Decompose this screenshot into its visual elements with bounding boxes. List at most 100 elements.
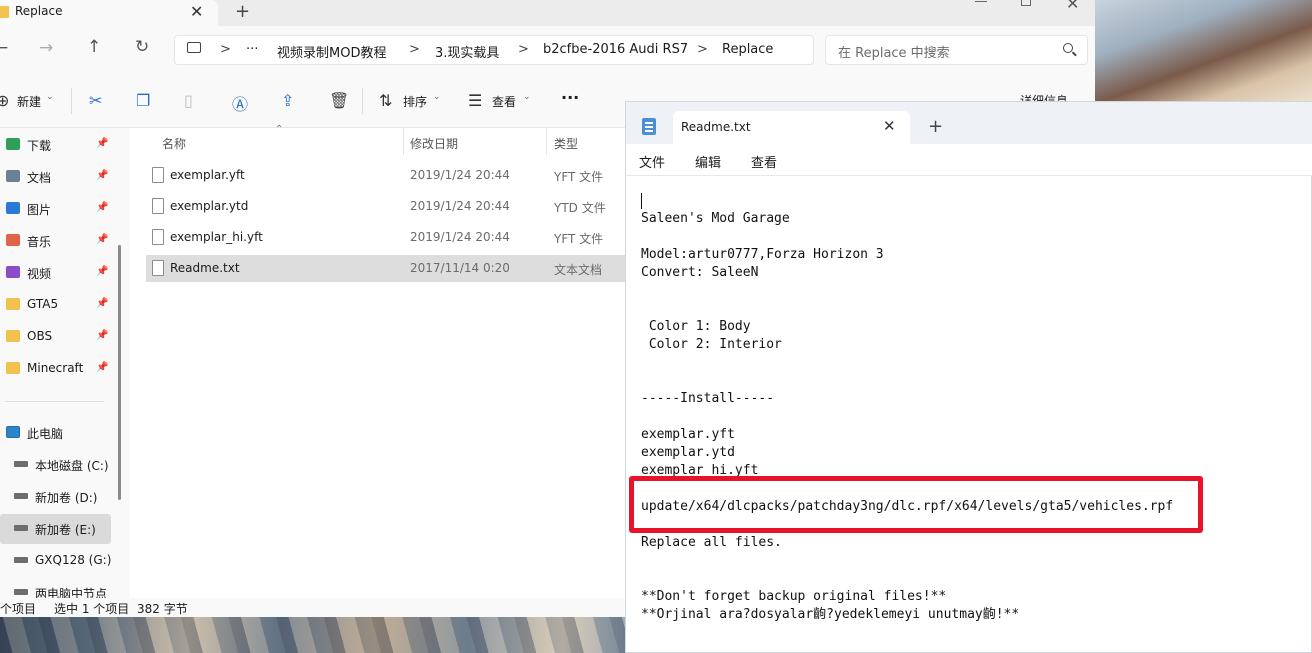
file-name: exemplar_hi.yft [170, 230, 263, 244]
rename-icon[interactable]: Ⓐ [232, 91, 248, 115]
desktop-wallpaper [1095, 0, 1312, 110]
close-tab-icon[interactable]: ✕ [190, 2, 203, 21]
new-button[interactable]: 新建 [17, 93, 41, 110]
cut-icon[interactable]: ✂ [89, 91, 102, 110]
sidebar-item-label: GTA5 [27, 297, 59, 311]
sidebar-item-quick-access[interactable]: OBS 📌 [0, 322, 112, 350]
breadcrumb-separator: > [409, 42, 420, 57]
sidebar-item-label: 新加卷 (D:) [35, 491, 98, 505]
sidebar-item-drive[interactable]: 新加卷 (E:) [8, 514, 120, 542]
breadcrumb-item[interactable]: b2cfbe-2016 Audi RS7 [543, 42, 688, 57]
column-divider[interactable] [403, 128, 404, 155]
new-tab-button[interactable]: + [928, 116, 943, 137]
back-arrow-icon[interactable]: ← [0, 38, 8, 58]
sidebar-item-label: GXQ128 (G:) [35, 553, 112, 567]
pin-icon[interactable]: 📌 [96, 266, 108, 277]
notepad-menubar [626, 144, 1312, 176]
search-placeholder: 在 Replace 中搜索 [838, 46, 950, 61]
column-header-date[interactable]: 修改日期 [410, 135, 458, 152]
text-line: exemplar.yft [641, 427, 735, 442]
file-type: YFT 文件 [554, 232, 604, 246]
column-header-type[interactable]: 类型 [554, 135, 578, 152]
sidebar-item-quick-access[interactable]: Minecraft 📌 [0, 354, 112, 382]
refresh-icon[interactable]: ↻ [135, 37, 149, 57]
music-icon [6, 234, 20, 246]
minimize-icon[interactable] [975, 1, 987, 2]
pin-icon[interactable]: 📌 [96, 234, 108, 245]
this-pc-icon [6, 426, 20, 438]
pin-icon[interactable]: 📌 [96, 170, 108, 181]
sidebar-item-drive[interactable]: GXQ128 (G:) [8, 546, 120, 574]
column-divider[interactable] [546, 128, 547, 155]
forward-arrow-icon[interactable]: → [39, 38, 53, 58]
status-size: 382 字节 [137, 602, 188, 616]
status-item-count: 个项目 [0, 602, 37, 616]
sidebar-item-quick-access[interactable]: 图片 📌 [0, 194, 112, 222]
breadcrumb-separator: > [220, 42, 231, 57]
new-tab-button[interactable]: + [235, 1, 250, 22]
sidebar-item-quick-access[interactable]: 音乐 📌 [0, 226, 112, 254]
file-date: 2017/11/14 0:20 [410, 261, 510, 275]
pin-icon[interactable]: 📌 [96, 330, 108, 341]
sidebar-item-label: 图片 [27, 203, 52, 217]
sidebar-item-this-pc[interactable]: 此电脑 [0, 418, 112, 446]
toolbar-divider [71, 88, 72, 114]
column-header-name[interactable]: 名称 [162, 135, 186, 152]
sidebar-item-label: Minecraft [27, 361, 84, 375]
view-button[interactable]: 查看 [492, 93, 516, 110]
sidebar-item-quick-access[interactable]: 下载 📌 [0, 130, 112, 158]
documents-icon [6, 170, 20, 182]
share-icon[interactable]: ⇪ [281, 91, 294, 110]
breadcrumb-item[interactable]: Replace [722, 42, 773, 57]
copy-icon[interactable]: ❐ [136, 91, 150, 110]
paste-icon[interactable]: ▯ [184, 91, 193, 110]
sidebar-item-label: 本地磁盘 (C:) [35, 459, 109, 473]
close-tab-icon[interactable]: ✕ [883, 117, 896, 135]
text-line: Color 1: Body [641, 319, 751, 334]
drive-icon [14, 461, 28, 467]
window-close-icon[interactable]: ✕ [1066, 0, 1079, 13]
file-row[interactable]: Readme.txt 2017/11/14 0:20 文本文档 [146, 255, 626, 283]
text-line: Saleen's Mod Garage [641, 211, 790, 226]
menu-view[interactable]: 查看 [751, 152, 777, 171]
notepad-text-area[interactable]: Saleen's Mod Garage Model:artur0777,Forza… [641, 192, 1301, 642]
more-options-button[interactable]: ··· [561, 88, 579, 107]
pin-icon[interactable]: 📌 [96, 298, 108, 309]
sidebar-item-quick-access[interactable]: 视频 📌 [0, 258, 112, 286]
sidebar-item-drive[interactable]: 新加卷 (D:) [8, 482, 120, 510]
file-row[interactable]: exemplar.yft 2019/1/24 20:44 YFT 文件 [146, 162, 626, 190]
file-row[interactable]: exemplar.ytd 2019/1/24 20:44 YTD 文件 [146, 193, 626, 221]
new-icon: ⊕ [0, 91, 10, 110]
pin-icon[interactable]: 📌 [96, 138, 108, 149]
pin-icon[interactable]: 📌 [96, 202, 108, 213]
file-date: 2019/1/24 20:44 [410, 199, 510, 213]
status-selected: 选中 1 个项目 [54, 602, 130, 616]
sort-button[interactable]: 排序 [403, 93, 427, 110]
pin-icon[interactable]: 📌 [96, 362, 108, 373]
delete-icon[interactable]: 🗑 [329, 91, 349, 110]
sidebar-scrollbar[interactable] [118, 245, 121, 500]
desktop-wallpaper-texture [0, 617, 625, 653]
sidebar-item-drive[interactable]: 本地磁盘 (C:) [8, 450, 120, 478]
menu-edit[interactable]: 编辑 [695, 152, 721, 171]
red-highlight-annotation [629, 476, 1203, 533]
sidebar-item-quick-access[interactable]: 文档 📌 [0, 162, 112, 190]
maximize-icon[interactable] [1021, 0, 1031, 6]
file-row[interactable]: exemplar_hi.yft 2019/1/24 20:44 YFT 文件 [146, 224, 626, 252]
file-date: 2019/1/24 20:44 [410, 168, 510, 182]
sidebar-item-quick-access[interactable]: GTA5 📌 [0, 290, 112, 318]
breadcrumb-item[interactable]: 视频录制MOD教程 [277, 42, 386, 61]
text-line: Color 2: Interior [641, 337, 782, 352]
file-name: exemplar.yft [170, 168, 245, 182]
file-type: YFT 文件 [554, 170, 604, 184]
text-line: **Orjinal ara?dosyalar齣?yedeklemeyi unut… [641, 607, 1020, 622]
sidebar-item-label: 下载 [27, 139, 52, 153]
text-line: **Don't forget backup original files!** [641, 589, 947, 604]
breadcrumb-more[interactable]: ··· [246, 42, 258, 57]
computer-icon [187, 42, 201, 53]
up-arrow-icon[interactable]: ↑ [87, 37, 101, 57]
menu-file[interactable]: 文件 [639, 152, 665, 171]
search-icon[interactable] [1063, 43, 1073, 53]
file-date: 2019/1/24 20:44 [410, 230, 510, 244]
breadcrumb-item[interactable]: 3.现实载具 [435, 42, 499, 61]
